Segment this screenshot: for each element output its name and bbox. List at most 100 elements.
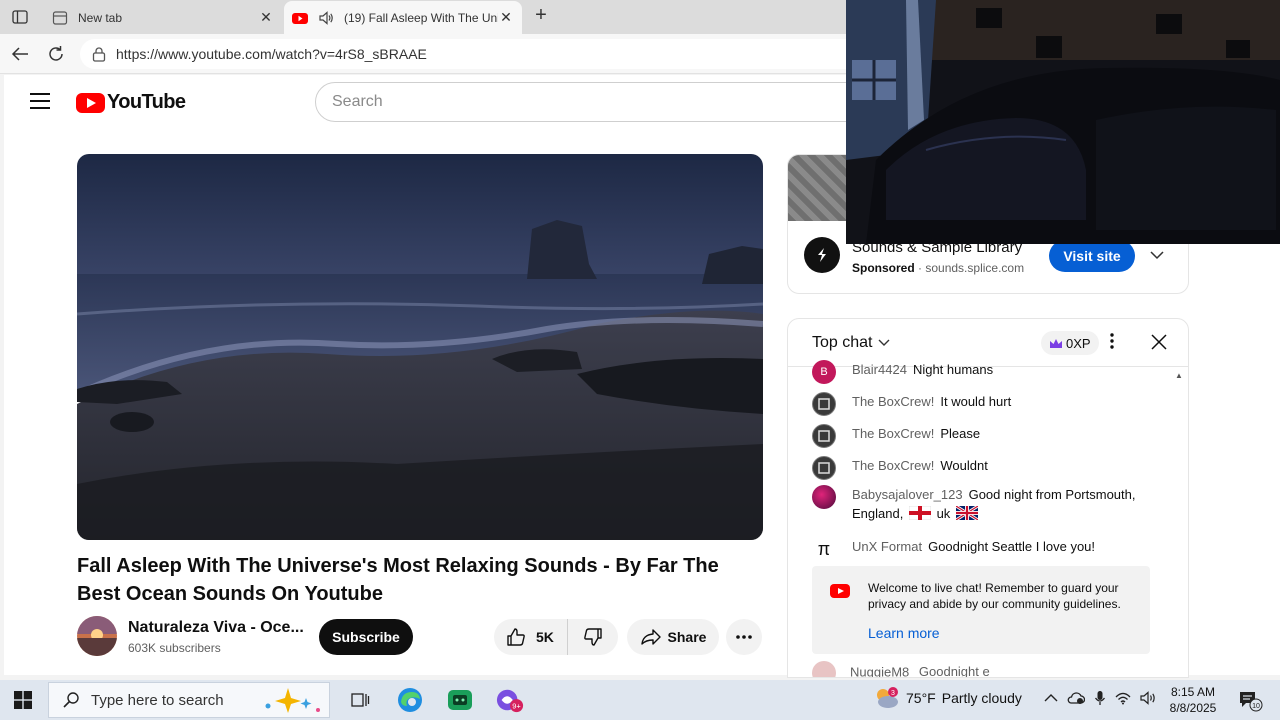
chevron-up-icon[interactable] [1044,693,1058,703]
new-tab-page-icon [52,10,68,25]
clock-date: 8/8/2025 [1169,701,1217,715]
chat-mode-dropdown[interactable]: Top chat [812,334,890,352]
share-label: Share [667,629,707,645]
weather-badge: 3 [891,690,895,697]
system-tray [1044,690,1167,706]
channel-name[interactable]: Naturaleza Viva - Oce... [128,619,303,637]
chat-app-icon[interactable]: 9+ [496,686,524,714]
network-cloud-icon[interactable] [1067,691,1085,705]
windows-start-icon[interactable] [14,691,32,714]
xp-value: 0XP [1066,335,1091,351]
webcam-feed [846,0,1280,244]
partly-cloudy-icon: 3 [874,686,898,710]
windows-taskbar: Type here to search 9+ 3 75°F Partly clo… [0,680,1280,720]
chat-text: Night humans [912,362,994,377]
chat-mode-label: Top chat [812,334,873,351]
england-flag-icon [908,506,931,520]
new-tab-button[interactable]: + [530,5,552,27]
ad-domain: sounds.splice.com [925,261,1025,275]
chat-app-badge: 9+ [512,701,521,710]
search-input[interactable]: Search [315,82,875,122]
xp-badge[interactable]: 0XP [1041,331,1099,355]
chat-avatar [812,392,836,416]
tab-new-tab[interactable]: New tab ✕ [44,1,282,34]
refresh-icon[interactable] [45,43,67,65]
chat-message-partial: NuggieM8 Goodnight e [812,661,990,677]
chat-welcome-banner: Welcome to live chat! Remember to guard … [812,566,1150,654]
tab-actions-icon[interactable] [8,6,32,28]
tab-title: (19) Fall Asleep With The Uni [344,10,498,25]
close-chat-icon[interactable] [1150,333,1168,356]
chat-message: The BoxCrew! Please [812,424,1152,448]
chat-message: The BoxCrew! Wouldnt [812,456,1152,480]
notification-count: 10 [1252,703,1260,710]
chat-text: It would hurt [940,394,1012,409]
chevron-down-icon[interactable] [1150,247,1164,265]
chat-avatar [812,456,836,480]
live-chat-panel: Top chat 0XP ▲ B Blair4424 Night humans [787,318,1189,678]
wifi-icon[interactable] [1115,691,1131,705]
close-tab-icon[interactable]: ✕ [498,9,514,26]
chat-author[interactable]: The BoxCrew! [852,394,934,409]
taskbar-clock[interactable]: 8:15 AM 8/8/2025 [1162,684,1224,716]
chat-author[interactable]: Babysajalover_123 [852,487,963,502]
chat-scroll-up-icon[interactable]: ▲ [1175,371,1183,380]
weather-widget[interactable]: 3 75°F Partly cloudy [874,686,1022,710]
task-view-icon[interactable] [346,686,374,714]
close-tab-icon[interactable]: ✕ [258,9,274,26]
url-text: https://www.youtube.com/watch?v=4rS8_sBR… [116,46,427,62]
visit-site-button[interactable]: Visit site [1049,240,1135,272]
chat-text: Wouldnt [940,458,988,473]
more-actions-icon[interactable] [726,619,762,655]
dislike-button[interactable] [568,627,618,647]
subscribe-button[interactable]: Subscribe [319,619,413,655]
chat-avatar: B [812,360,836,384]
chat-author[interactable]: UnX Format [852,539,922,554]
like-dislike-group: 5K [494,619,618,655]
chat-avatar [812,485,836,509]
youtube-play-icon [76,92,105,113]
volume-icon[interactable] [1140,691,1158,705]
audio-playing-icon[interactable] [318,10,334,26]
chat-author[interactable]: Blair4424 [852,362,907,377]
thumbs-up-icon [507,628,525,646]
video-player[interactable] [77,154,763,540]
chat-author[interactable]: NuggieM8 [850,664,909,677]
media-app-icon[interactable] [446,686,474,714]
search-placeholder: Search [332,93,383,110]
youtube-favicon-icon [292,12,308,24]
chat-author[interactable]: The BoxCrew! [852,426,934,441]
ad-meta: Sponsored · sounds.splice.com [852,261,1024,275]
back-arrow-icon[interactable] [9,43,31,65]
weather-desc: Partly cloudy [941,690,1022,706]
copilot-sparkle-icon[interactable] [262,686,326,719]
hamburger-menu-icon[interactable] [30,93,50,109]
learn-more-link[interactable]: Learn more [868,625,940,641]
weather-temp: 75°F [906,690,936,706]
chat-message: The BoxCrew! It would hurt [812,392,1152,416]
welcome-text: Welcome to live chat! Remember to guard … [868,581,1121,611]
webcam-overlay [846,0,1280,244]
url-field[interactable]: https://www.youtube.com/watch?v=4rS8_sBR… [80,39,860,69]
pi-avatar-icon: π [817,538,831,559]
microphone-icon[interactable] [1094,690,1106,706]
tab-title: New tab [78,10,123,25]
site-info-icon[interactable] [90,46,108,62]
like-button[interactable]: 5K [494,619,568,655]
chat-message: π UnX Format Goodnight Seattle I love you… [812,537,1152,558]
youtube-icon [830,584,850,598]
chat-options-icon[interactable] [1110,333,1114,354]
chat-text: Goodnight Seattle I love you! [928,539,1096,554]
tab-youtube-video[interactable]: (19) Fall Asleep With The Uni ✕ [284,1,522,34]
like-count: 5K [536,629,554,645]
channel-avatar[interactable] [77,616,117,656]
share-arrow-icon [640,629,661,645]
notification-center-icon[interactable]: 10 [1238,690,1264,717]
share-button[interactable]: Share [627,619,719,655]
chat-avatar [812,424,836,448]
chat-text: Please [940,426,981,441]
edge-browser-icon[interactable] [396,686,424,714]
search-icon [63,692,79,708]
youtube-logo[interactable]: YouTube [76,91,186,114]
chat-author[interactable]: The BoxCrew! [852,458,934,473]
